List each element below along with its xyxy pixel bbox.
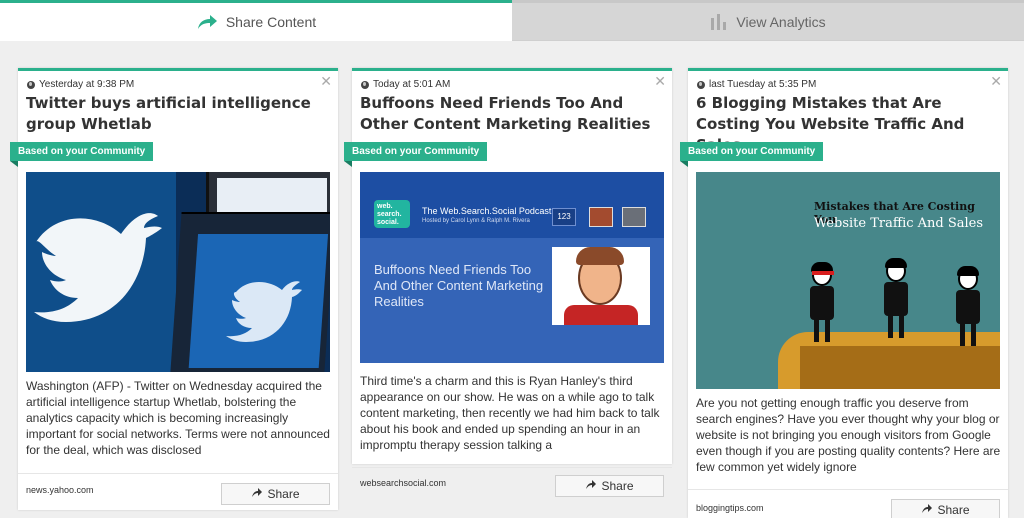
share-arrow-icon (585, 479, 597, 493)
card-footer (352, 467, 672, 468)
post-time-text: Today at 5:01 AM (373, 79, 451, 90)
guest-portrait (552, 247, 650, 325)
globe-icon (361, 80, 369, 89)
content-card: Yesterday at 9:38 PM ✕ Twitter buys arti… (10, 68, 338, 510)
share-arrow-icon (921, 503, 933, 517)
share-button-label: Share (937, 503, 970, 517)
community-badge: Based on your Community (344, 142, 488, 167)
card-source: bloggingtips.com (696, 503, 764, 513)
share-button[interactable]: Share (221, 483, 330, 505)
post-time-text: last Tuesday at 5:35 PM (709, 79, 817, 90)
article-image[interactable] (26, 172, 330, 372)
tab-view-analytics[interactable]: View Analytics (512, 0, 1024, 41)
community-badge: Based on your Community (680, 142, 824, 167)
card-source: websearchsocial.com (360, 478, 447, 488)
card-description: Third time's a charm and this is Ryan Ha… (360, 374, 660, 452)
post-time: last Tuesday at 5:35 PM (697, 79, 816, 90)
card-source: news.yahoo.com (26, 485, 94, 495)
podcast-hosts: Hosted by Carol Lynn & Ralph M. Rivera (422, 218, 530, 224)
content-card: Today at 5:01 AM ✕ Buffoons Need Friends… (344, 68, 672, 497)
content-card: last Tuesday at 5:35 PM ✕ 6 Blogging Mis… (680, 68, 1008, 518)
card-title[interactable]: Twitter buys artificial intelligence gro… (26, 93, 326, 135)
post-time: Yesterday at 9:38 PM (27, 79, 134, 90)
globe-icon (697, 80, 705, 89)
businessman-figure (954, 266, 982, 346)
close-icon[interactable]: ✕ (654, 74, 666, 88)
businessman-figure (808, 262, 836, 342)
podcast-logo: web. search. social. (374, 200, 410, 228)
host-photo (589, 207, 613, 227)
post-time-text: Yesterday at 9:38 PM (39, 79, 135, 90)
close-icon[interactable]: ✕ (990, 74, 1002, 88)
share-button-label: Share (601, 479, 634, 493)
podcast-header: web. search. social. The Web.Search.Soci… (360, 172, 664, 238)
share-arrow-icon (196, 14, 218, 30)
businessman-figure (882, 258, 910, 338)
bar-chart-icon (710, 13, 728, 30)
post-time: Today at 5:01 AM (361, 79, 450, 90)
card-title[interactable]: Buffoons Need Friends Too And Other Cont… (360, 93, 660, 135)
podcast-name: The Web.Search.Social Podcast (422, 206, 552, 216)
episode-number: 123 (552, 208, 576, 226)
tab-view-analytics-label: View Analytics (736, 13, 826, 30)
tab-bar: Share Content View Analytics (0, 0, 1024, 41)
podcast-headline: Buffoons Need Friends Too And Other Cont… (374, 262, 544, 309)
share-button-label: Share (267, 487, 300, 501)
tab-share-content[interactable]: Share Content (0, 0, 512, 41)
podcast-episode-banner: Buffoons Need Friends Too And Other Cont… (360, 238, 664, 363)
share-button[interactable]: Share (891, 499, 1000, 518)
community-badge: Based on your Community (10, 142, 154, 167)
host-photo (622, 207, 646, 227)
card-description: Are you not getting enough traffic you d… (696, 396, 1001, 474)
cliff-shadow (800, 346, 1000, 389)
article-image[interactable]: web. search. social. The Web.Search.Soci… (360, 172, 664, 363)
card-description: Washington (AFP) - Twitter on Wednesday … (26, 379, 330, 457)
article-image[interactable]: Mistakes that Are Costing You Website Tr… (696, 172, 1000, 389)
globe-icon (27, 80, 35, 89)
share-button[interactable]: Share (555, 475, 664, 497)
share-arrow-icon (251, 487, 263, 501)
tab-share-content-label: Share Content (225, 14, 317, 30)
image-headline-line2: Website Traffic And Sales (814, 216, 984, 231)
close-icon[interactable]: ✕ (320, 74, 332, 88)
